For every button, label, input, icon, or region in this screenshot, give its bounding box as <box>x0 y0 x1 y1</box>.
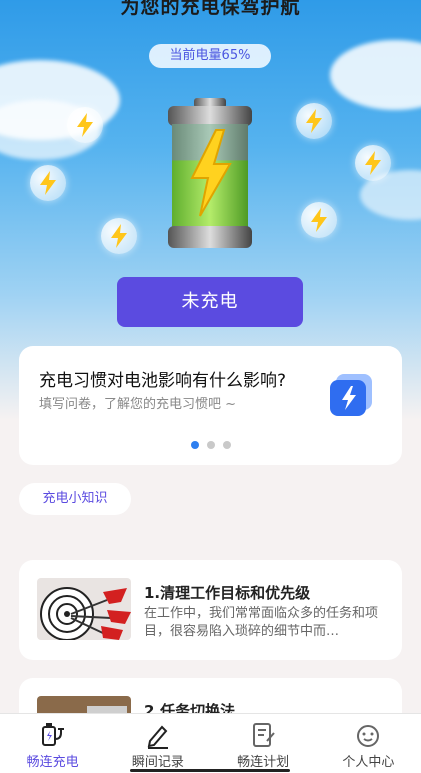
pagination-dot[interactable] <box>190 441 199 449</box>
tab-charging[interactable]: 畅连充电 <box>0 714 105 773</box>
tab-label: 瞬间记录 <box>131 755 184 770</box>
section-tag-tips: 充电小知识 <box>19 483 131 515</box>
battery-illustration <box>168 98 252 248</box>
pen-icon <box>147 725 168 749</box>
bolt-bubble-icon <box>67 107 103 143</box>
cloud-decoration <box>330 40 421 110</box>
tab-plan[interactable]: 畅连计划 <box>211 714 316 773</box>
battery-level-badge: 当前电量65% <box>149 44 271 68</box>
bolt-bubble-icon <box>30 165 66 201</box>
banner-pagination <box>19 441 402 449</box>
tab-label: 个人中心 <box>342 755 395 770</box>
tab-label: 畅连计划 <box>237 755 290 770</box>
banner-title: 充电习惯对电池影响有什么影响? <box>39 371 287 391</box>
article-title: 1.清理工作目标和优先级 <box>144 584 311 602</box>
article-card[interactable]: 1.清理工作目标和优先级 在工作中，我们常常面临众多的任务和项目，很容易陷入琐碎… <box>19 560 402 660</box>
charging-status-button[interactable]: 未充电 <box>117 277 303 327</box>
darts-target-image <box>37 578 131 640</box>
banner-subtitle: 填写问卷，了解您的充电习惯吧 ~ <box>39 397 237 412</box>
pagination-dot[interactable] <box>222 441 231 449</box>
bolt-bubble-icon <box>296 103 332 139</box>
face-icon <box>357 725 380 747</box>
article-desc: 在工作中，我们常常面临众多的任务和项目，很容易陷入琐碎的细节中而… <box>144 606 379 639</box>
bolt-bubble-icon <box>101 218 137 254</box>
hero-tagline: 为您的充电保驾护航 <box>120 0 301 18</box>
tab-label: 畅连充电 <box>26 755 79 770</box>
charging-plug-icon <box>41 723 64 746</box>
tab-profile[interactable]: 个人中心 <box>316 714 421 773</box>
tab-records[interactable]: 瞬间记录 <box>105 714 210 773</box>
bolt-bubble-icon <box>355 145 391 181</box>
pagination-dot[interactable] <box>206 441 215 449</box>
survey-banner[interactable]: 充电习惯对电池影响有什么影响? 填写问卷，了解您的充电习惯吧 ~ <box>19 346 402 465</box>
home-indicator <box>130 769 290 772</box>
bottom-tab-bar: 畅连充电 瞬间记录 畅连计划 个人中心 <box>0 713 421 773</box>
bolt-bubble-icon <box>301 202 337 238</box>
bolt-icon <box>330 374 372 416</box>
notebook-icon <box>253 723 275 747</box>
